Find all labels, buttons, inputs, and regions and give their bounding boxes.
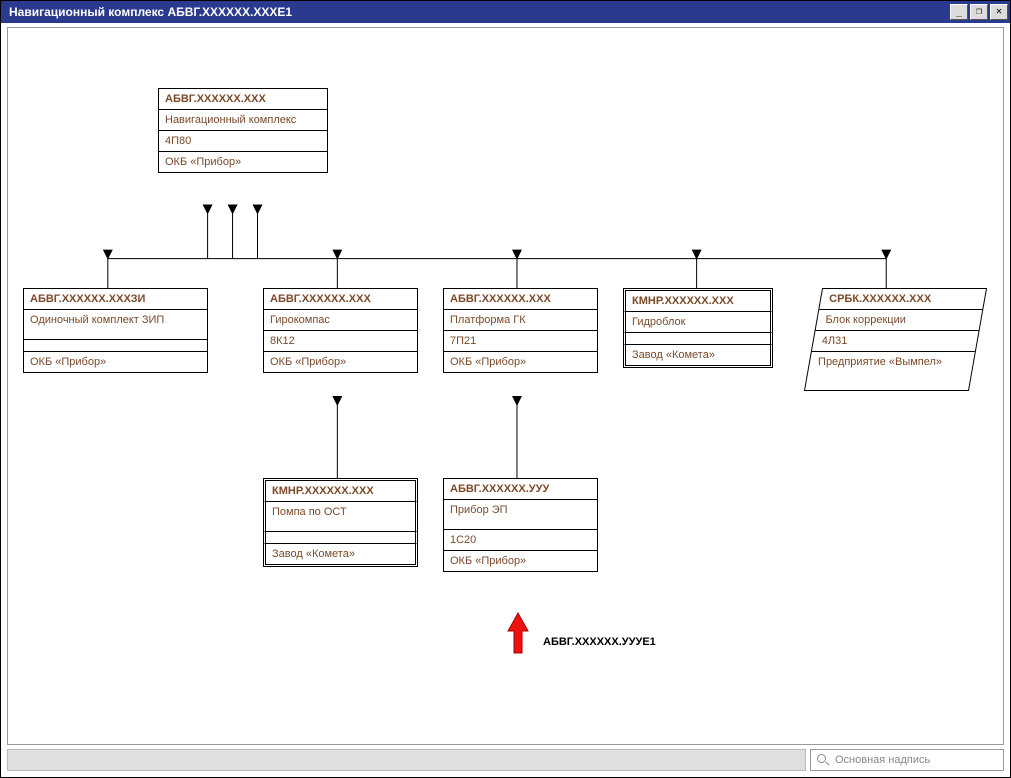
node-code: СРБК.ХХХХХХ.ХХХ	[819, 289, 986, 309]
node-num	[263, 532, 418, 544]
search-icon	[817, 754, 829, 766]
node-maker: Завод «Комета»	[623, 345, 773, 368]
node-desc: Навигационный комплекс	[158, 110, 328, 131]
node-code: АБВГ.ХХХХХХ.ХХХ	[443, 288, 598, 310]
window-title: Навигационный комплекс АБВГ.ХХХХХХ.ХХХЕ1	[9, 5, 292, 19]
titlebar: Навигационный комплекс АБВГ.ХХХХХХ.ХХХЕ1…	[1, 1, 1010, 23]
node-maker: ОКБ «Прибор»	[443, 551, 598, 572]
app-window: Навигационный комплекс АБВГ.ХХХХХХ.ХХХЕ1…	[0, 0, 1011, 778]
node-maker: ОКБ «Прибор»	[263, 352, 418, 373]
node-num	[23, 340, 208, 352]
node-maker: Завод «Комета»	[263, 544, 418, 567]
node-num: 7П21	[443, 331, 598, 352]
node-maker: ОКБ «Прибор»	[158, 152, 328, 173]
statusbar-search-label: Основная надпись	[835, 754, 930, 766]
node-desc: Одиночный комплект ЗИП	[23, 310, 208, 340]
maximize-button[interactable]: ❐	[970, 4, 988, 20]
node-code: АБВГ.ХХХХХХ.ХХХ	[263, 288, 418, 310]
pointer-arrow-icon	[503, 613, 533, 658]
diagram-canvas[interactable]: АБВГ.ХХХХХХ.ХХХ Навигационный комплекс 4…	[7, 27, 1004, 745]
node-platform[interactable]: АБВГ.ХХХХХХ.ХХХ Платформа ГК 7П21 ОКБ «П…	[443, 288, 598, 373]
node-zip[interactable]: АБВГ.ХХХХХХ.ХХХЗИ Одиночный комплект ЗИП…	[23, 288, 208, 373]
node-corr[interactable]: СРБК.ХХХХХХ.ХХХ Блок коррекции 4Л31 Пред…	[813, 288, 978, 391]
node-root[interactable]: АБВГ.ХХХХХХ.ХХХ Навигационный комплекс 4…	[158, 88, 328, 173]
node-code: АБВГ.ХХХХХХ.ХХХЗИ	[23, 288, 208, 310]
node-maker: ОКБ «Прибор»	[443, 352, 598, 373]
window-controls: _ ❐ ✕	[950, 4, 1008, 20]
statusbar: Основная надпись	[7, 749, 1004, 771]
node-pump[interactable]: КМНР.ХХХХХХ.ХХХ Помпа по ОСТ Завод «Коме…	[263, 478, 418, 567]
node-desc: Платформа ГК	[443, 310, 598, 331]
node-desc: Блок коррекции	[816, 309, 983, 330]
node-desc: Помпа по ОСТ	[263, 502, 418, 532]
node-num: 4П80	[158, 131, 328, 152]
statusbar-search[interactable]: Основная надпись	[810, 749, 1004, 771]
statusbar-spacer	[7, 749, 806, 771]
node-maker: Предприятие «Вымпел»	[805, 351, 975, 390]
node-device[interactable]: АБВГ.ХХХХХХ.УУУ Прибор ЭП 1С20 ОКБ «Приб…	[443, 478, 598, 572]
node-desc: Прибор ЭП	[443, 500, 598, 530]
pointer-label: АБВГ.ХХХХХХ.УУУЕ1	[543, 636, 656, 648]
node-code: КМНР.ХХХХХХ.ХХХ	[263, 478, 418, 502]
close-button[interactable]: ✕	[990, 4, 1008, 20]
minimize-button[interactable]: _	[950, 4, 968, 20]
node-code: КМНР.ХХХХХХ.ХХХ	[623, 288, 773, 312]
node-num: 8К12	[263, 331, 418, 352]
node-num: 4Л31	[812, 330, 979, 351]
node-maker: ОКБ «Прибор»	[23, 352, 208, 373]
node-gyro[interactable]: АБВГ.ХХХХХХ.ХХХ Гирокомпас 8К12 ОКБ «При…	[263, 288, 418, 373]
node-num	[623, 333, 773, 345]
node-hydro[interactable]: КМНР.ХХХХХХ.ХХХ Гидроблок Завод «Комета»	[623, 288, 773, 368]
node-code: АБВГ.ХХХХХХ.УУУ	[443, 478, 598, 500]
node-num: 1С20	[443, 530, 598, 551]
node-desc: Гидроблок	[623, 312, 773, 333]
node-desc: Гирокомпас	[263, 310, 418, 331]
node-code: АБВГ.ХХХХХХ.ХХХ	[158, 88, 328, 110]
